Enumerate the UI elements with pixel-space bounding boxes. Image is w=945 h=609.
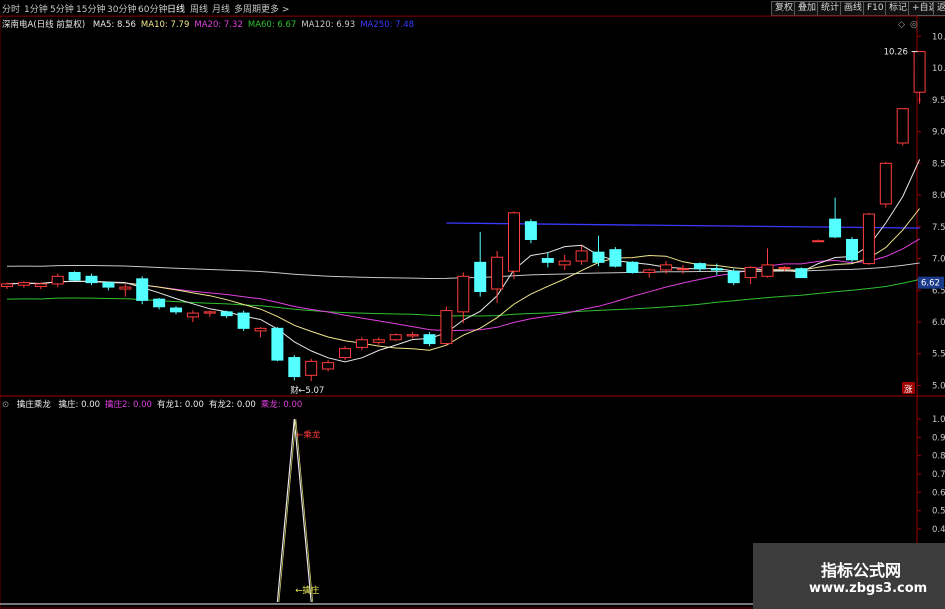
sub-tick-label: 0.80 bbox=[932, 452, 945, 462]
high-price-label: 10.26 bbox=[884, 48, 908, 58]
finance-marker: 财 bbox=[290, 385, 299, 396]
sub-tick-label: 0.50 bbox=[932, 507, 945, 517]
candle-up bbox=[203, 311, 216, 314]
sub-tick-label: 1.00 bbox=[932, 415, 945, 425]
circle-icon: ◎ bbox=[910, 20, 918, 30]
candle-up bbox=[508, 212, 520, 272]
candle-up bbox=[372, 339, 385, 343]
price-tick-label: 5.0 bbox=[932, 381, 945, 391]
candle-down bbox=[727, 270, 740, 284]
sub-tick-label: 0.60 bbox=[932, 488, 945, 498]
candle-up bbox=[879, 162, 892, 205]
candle-up bbox=[1, 283, 13, 287]
price-tick-label: 7.0 bbox=[932, 255, 945, 265]
candle-down bbox=[474, 261, 487, 293]
price-tick-label: 9.5 bbox=[932, 96, 945, 106]
candle-down bbox=[288, 357, 301, 378]
candle-down bbox=[136, 278, 149, 301]
candle-up bbox=[355, 339, 368, 348]
candle-down bbox=[170, 307, 182, 313]
candle-up bbox=[305, 360, 318, 376]
candle-up bbox=[17, 282, 30, 286]
qinzhuang-label: ←擒庄 bbox=[295, 585, 320, 596]
candle-up bbox=[660, 264, 673, 271]
candle-up bbox=[558, 260, 571, 266]
candle-down bbox=[85, 275, 98, 284]
price-tick-label: 10.5 bbox=[932, 32, 945, 42]
price-tick-label: 8.5 bbox=[932, 159, 945, 169]
price-tick-label: 6.0 bbox=[932, 318, 945, 328]
candle-up bbox=[186, 312, 199, 318]
candle-up bbox=[744, 266, 757, 279]
sub-tick-label: 0.40 bbox=[932, 525, 945, 535]
watermark-title: 指标公式网 bbox=[821, 561, 902, 580]
candle-up bbox=[643, 269, 656, 273]
candle-up bbox=[119, 286, 132, 290]
candle-up bbox=[812, 240, 825, 243]
ma5-line bbox=[6, 159, 921, 363]
low-price-label: ←5.07 bbox=[298, 386, 324, 396]
watermark-badge: 指标公式网 www.zbgs3.com bbox=[753, 543, 945, 609]
candle-up bbox=[254, 327, 267, 332]
candle-down bbox=[541, 258, 554, 263]
candle-up bbox=[406, 334, 419, 337]
diamond-icon: ◇ bbox=[898, 20, 905, 30]
candle-down bbox=[592, 251, 605, 263]
price-tick-label: 5.5 bbox=[932, 350, 945, 360]
signal-line-2 bbox=[278, 419, 314, 603]
candle-up bbox=[51, 275, 64, 285]
current-price-tag: 6.62 bbox=[921, 279, 940, 289]
price-tick-label: 7.5 bbox=[932, 223, 945, 233]
candle-up bbox=[339, 348, 351, 359]
candle-up bbox=[896, 108, 909, 144]
watermark-url: www.zbgs3.com bbox=[809, 581, 928, 596]
candle-down bbox=[710, 268, 723, 271]
candle-down bbox=[220, 311, 233, 317]
candle-up bbox=[778, 266, 791, 269]
candle-up bbox=[862, 213, 875, 265]
candle-down bbox=[153, 298, 166, 308]
candle-down bbox=[524, 221, 537, 240]
candle-up bbox=[389, 334, 402, 341]
candle-down bbox=[423, 334, 436, 345]
sub-tick-label: 0.70 bbox=[932, 470, 945, 480]
candle-down bbox=[609, 249, 622, 267]
candle-down bbox=[237, 312, 250, 329]
signal-line bbox=[276, 419, 312, 603]
candle-down bbox=[795, 268, 808, 279]
chart-canvas[interactable]: 10.510.09.59.08.58.07.57.06.56.05.55.01.… bbox=[0, 0, 945, 609]
candle-up bbox=[34, 283, 47, 287]
candle-down bbox=[271, 327, 284, 361]
candle-up bbox=[913, 51, 926, 93]
candle-up bbox=[322, 362, 335, 370]
price-tick-label: 8.0 bbox=[932, 191, 945, 201]
candle-down bbox=[693, 263, 706, 270]
candle-down bbox=[102, 282, 115, 288]
candle-down bbox=[829, 218, 842, 238]
candle-up bbox=[457, 275, 470, 313]
candle-up bbox=[440, 310, 453, 345]
candle-down bbox=[626, 261, 639, 273]
zhang-marker: 涨 bbox=[904, 384, 913, 395]
sub-tick-label: 0.90 bbox=[932, 433, 945, 443]
candle-up bbox=[761, 264, 774, 277]
candle-up bbox=[575, 250, 588, 262]
price-tick-label: 9.0 bbox=[932, 128, 945, 138]
candle-up bbox=[677, 268, 689, 271]
candle-down bbox=[68, 271, 81, 281]
candle-down bbox=[846, 238, 858, 261]
price-tick-label: 10.0 bbox=[932, 64, 945, 74]
candle-up bbox=[491, 256, 504, 290]
chenglong-label: ←乘龙 bbox=[296, 429, 321, 440]
